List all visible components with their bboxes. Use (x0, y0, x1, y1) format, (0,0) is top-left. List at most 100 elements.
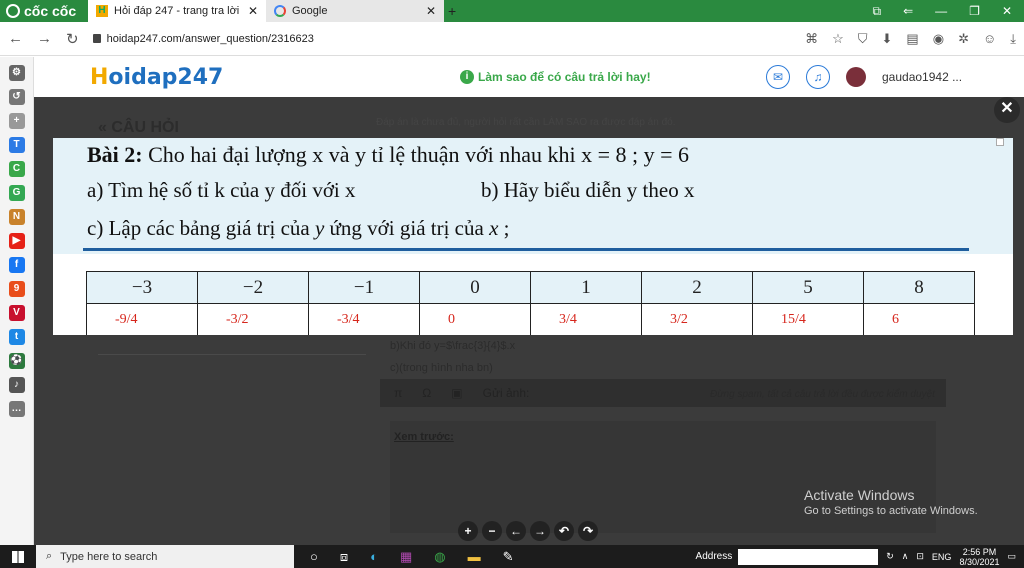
language-indicator[interactable]: ENG (932, 552, 952, 562)
avatar[interactable] (846, 67, 866, 87)
logo-rest: oidap247 (108, 65, 224, 90)
more-icon[interactable]: … (8, 401, 25, 417)
insert-symbol-button[interactable]: Ω (422, 386, 431, 400)
screenshot-icon[interactable]: ⧉ (873, 4, 882, 19)
coccoc-sidebar-icon[interactable]: C (8, 161, 25, 177)
coccoc-taskbar-icon[interactable]: ◍ (434, 549, 445, 565)
add-icon[interactable]: + (8, 113, 25, 129)
forward-button[interactable]: → (37, 30, 52, 47)
tab-hoidap[interactable]: H Hỏi đáp 247 - trang tra lời ✕ (88, 0, 266, 22)
y-cell: 15/4 (752, 303, 864, 335)
tab-close-icon[interactable]: ✕ (426, 4, 436, 18)
minimize-button[interactable]: — (935, 4, 947, 19)
next-image-button[interactable]: → (530, 521, 550, 541)
moderation-note: Đừng spam, tất cả câu trả lời đều được k… (710, 389, 935, 400)
search-placeholder: Type here to search (60, 550, 158, 563)
new-tab-button[interactable]: + (448, 3, 456, 19)
header-icons: ✉ ♫ gaudao1942 ... (766, 65, 962, 89)
restore-button[interactable]: ❐ (969, 4, 980, 19)
rotate-right-button[interactable]: ↷ (578, 521, 598, 541)
address-bar: ← → ↻ hoidap247.com/answer_question/2316… (0, 22, 1024, 56)
task-view-icon[interactable]: ⧈ (340, 549, 348, 565)
y-cell: 3/2 (641, 303, 753, 335)
address-input[interactable] (738, 548, 879, 565)
puzzle-icon[interactable]: ✲ (958, 31, 969, 47)
attach-image-label[interactable]: Gửi ảnh: (483, 386, 530, 400)
question-c: c) Lập các bảng giá trị của y ứng với gi… (87, 216, 510, 241)
problem-text: Cho hai đại lượng x và y tỉ lệ thuận với… (142, 142, 690, 167)
insert-formula-button[interactable]: π (394, 386, 402, 400)
notes-sidebar-icon[interactable]: N (8, 209, 25, 225)
close-modal-button[interactable]: ✕ (994, 97, 1020, 123)
windows-logo-icon (12, 550, 24, 563)
window-controls: ⧉ ⇐ — ❐ ✕ (873, 4, 1024, 19)
url-field[interactable]: hoidap247.com/answer_question/2316623 (92, 33, 314, 45)
start-button[interactable] (0, 550, 36, 563)
notification-bell-icon[interactable]: ♪ (8, 377, 25, 393)
file-explorer-icon[interactable]: ▬ (468, 549, 481, 565)
resize-handle[interactable] (996, 138, 1004, 146)
back-button[interactable]: ← (8, 30, 23, 47)
chat-icon[interactable]: ✉ (766, 65, 790, 89)
translate-icon[interactable]: ⌘ (805, 31, 818, 47)
bookmark-star-icon[interactable]: ☆ (832, 31, 844, 47)
howto-text: Làm sao để có câu trả lời hay! (478, 70, 651, 84)
notifications-icon[interactable]: ▭ (1007, 551, 1016, 562)
address-toolbar: Address (696, 548, 879, 565)
system-tray: ↻ ∧ ⊡ ENG 2:56 PM 8/30/2021 ▭ (878, 547, 1024, 567)
y-row: -9/4 -3/2 -3/4 0 3/4 3/2 15/4 6 (86, 303, 975, 335)
tab-close-icon[interactable]: ✕ (248, 4, 258, 18)
insert-image-icon[interactable]: ▣ (451, 386, 462, 400)
football-icon[interactable]: ⚽ (8, 353, 25, 369)
download-box-icon[interactable]: ⬇ (882, 31, 893, 47)
settings-gear-icon[interactable]: ⚙ (8, 65, 25, 81)
y-cell: -9/4 (86, 303, 198, 335)
address-bar-actions: ⌘ ☆ ⛉ ⬇ ▤ ◉ ✲ ☺ ⤓ (805, 31, 1016, 47)
clock[interactable]: 2:56 PM 8/30/2021 (959, 547, 999, 567)
x-cell: 8 (863, 271, 975, 304)
tiki-icon[interactable]: t (8, 329, 25, 345)
prev-image-button[interactable]: ← (506, 521, 526, 541)
tab-title: Hỏi đáp 247 - trang tra lời (114, 5, 240, 17)
rotate-left-button[interactable]: ↶ (554, 521, 574, 541)
google-sidebar-icon[interactable]: G (8, 185, 25, 201)
cortana-icon[interactable]: ○ (310, 549, 318, 565)
winrar-icon[interactable]: ▦ (400, 549, 412, 565)
vtv-icon[interactable]: V (8, 305, 25, 321)
taskbar-search[interactable]: ⌕ Type here to search (36, 545, 294, 568)
back-arrow-icon[interactable]: ⇐ (903, 4, 913, 19)
edge-icon[interactable]: ◐ (370, 549, 378, 565)
watermark-line1: Activate Windows (804, 487, 915, 503)
network-icon[interactable]: ⊡ (916, 551, 924, 562)
history-icon[interactable]: ↺ (8, 89, 25, 105)
question-a: a) Tìm hệ số tỉ k của y đối với x (87, 178, 356, 202)
answer-text: b)Khi đó y=$\frac{3}{4}$.x c)(trong hình… (390, 335, 515, 379)
question-c-pre: c) Lập các bảng giá trị của (87, 216, 315, 240)
hoidap247-logo[interactable]: Hoidap247 (90, 65, 223, 90)
profile-icon[interactable]: ☺ (983, 31, 996, 47)
extension-color-icon[interactable]: ◉ (933, 31, 944, 47)
zoom-out-button[interactable]: − (482, 521, 502, 541)
downloads-icon[interactable]: ⤓ (1010, 31, 1016, 47)
facebook-icon[interactable]: f (8, 257, 25, 273)
y-cell: -3/4 (308, 303, 420, 335)
coccoc-menu-button[interactable]: cốc cốc (0, 0, 88, 22)
reload-button[interactable]: ↻ (66, 30, 79, 48)
howto-link[interactable]: i Làm sao để có câu trả lời hay! (460, 70, 651, 84)
tab-google[interactable]: Google ✕ (266, 0, 444, 22)
translate-sidebar-icon[interactable]: T (8, 137, 25, 153)
youtube-icon[interactable]: ▶ (8, 233, 25, 249)
notification-icon[interactable]: ♫ (806, 65, 830, 89)
paint-icon[interactable]: ✎ (503, 549, 514, 565)
username[interactable]: gaudao1942 ... (882, 70, 962, 84)
news-icon[interactable]: ▤ (906, 31, 918, 47)
shopping-icon[interactable]: 9 (8, 281, 25, 297)
question-box-bottom (98, 335, 366, 355)
go-icon[interactable]: ↻ (886, 551, 894, 562)
clock-time: 2:56 PM (962, 546, 997, 557)
tray-up-icon[interactable]: ∧ (902, 551, 909, 562)
windows-taskbar: ⌕ Type here to search ○ ⧈ ◐ ▦ ◍ ▬ ✎ Addr… (0, 545, 1024, 568)
zoom-in-button[interactable]: + (458, 521, 478, 541)
shield-icon[interactable]: ⛉ (858, 31, 868, 47)
close-window-button[interactable]: ✕ (1002, 4, 1012, 19)
